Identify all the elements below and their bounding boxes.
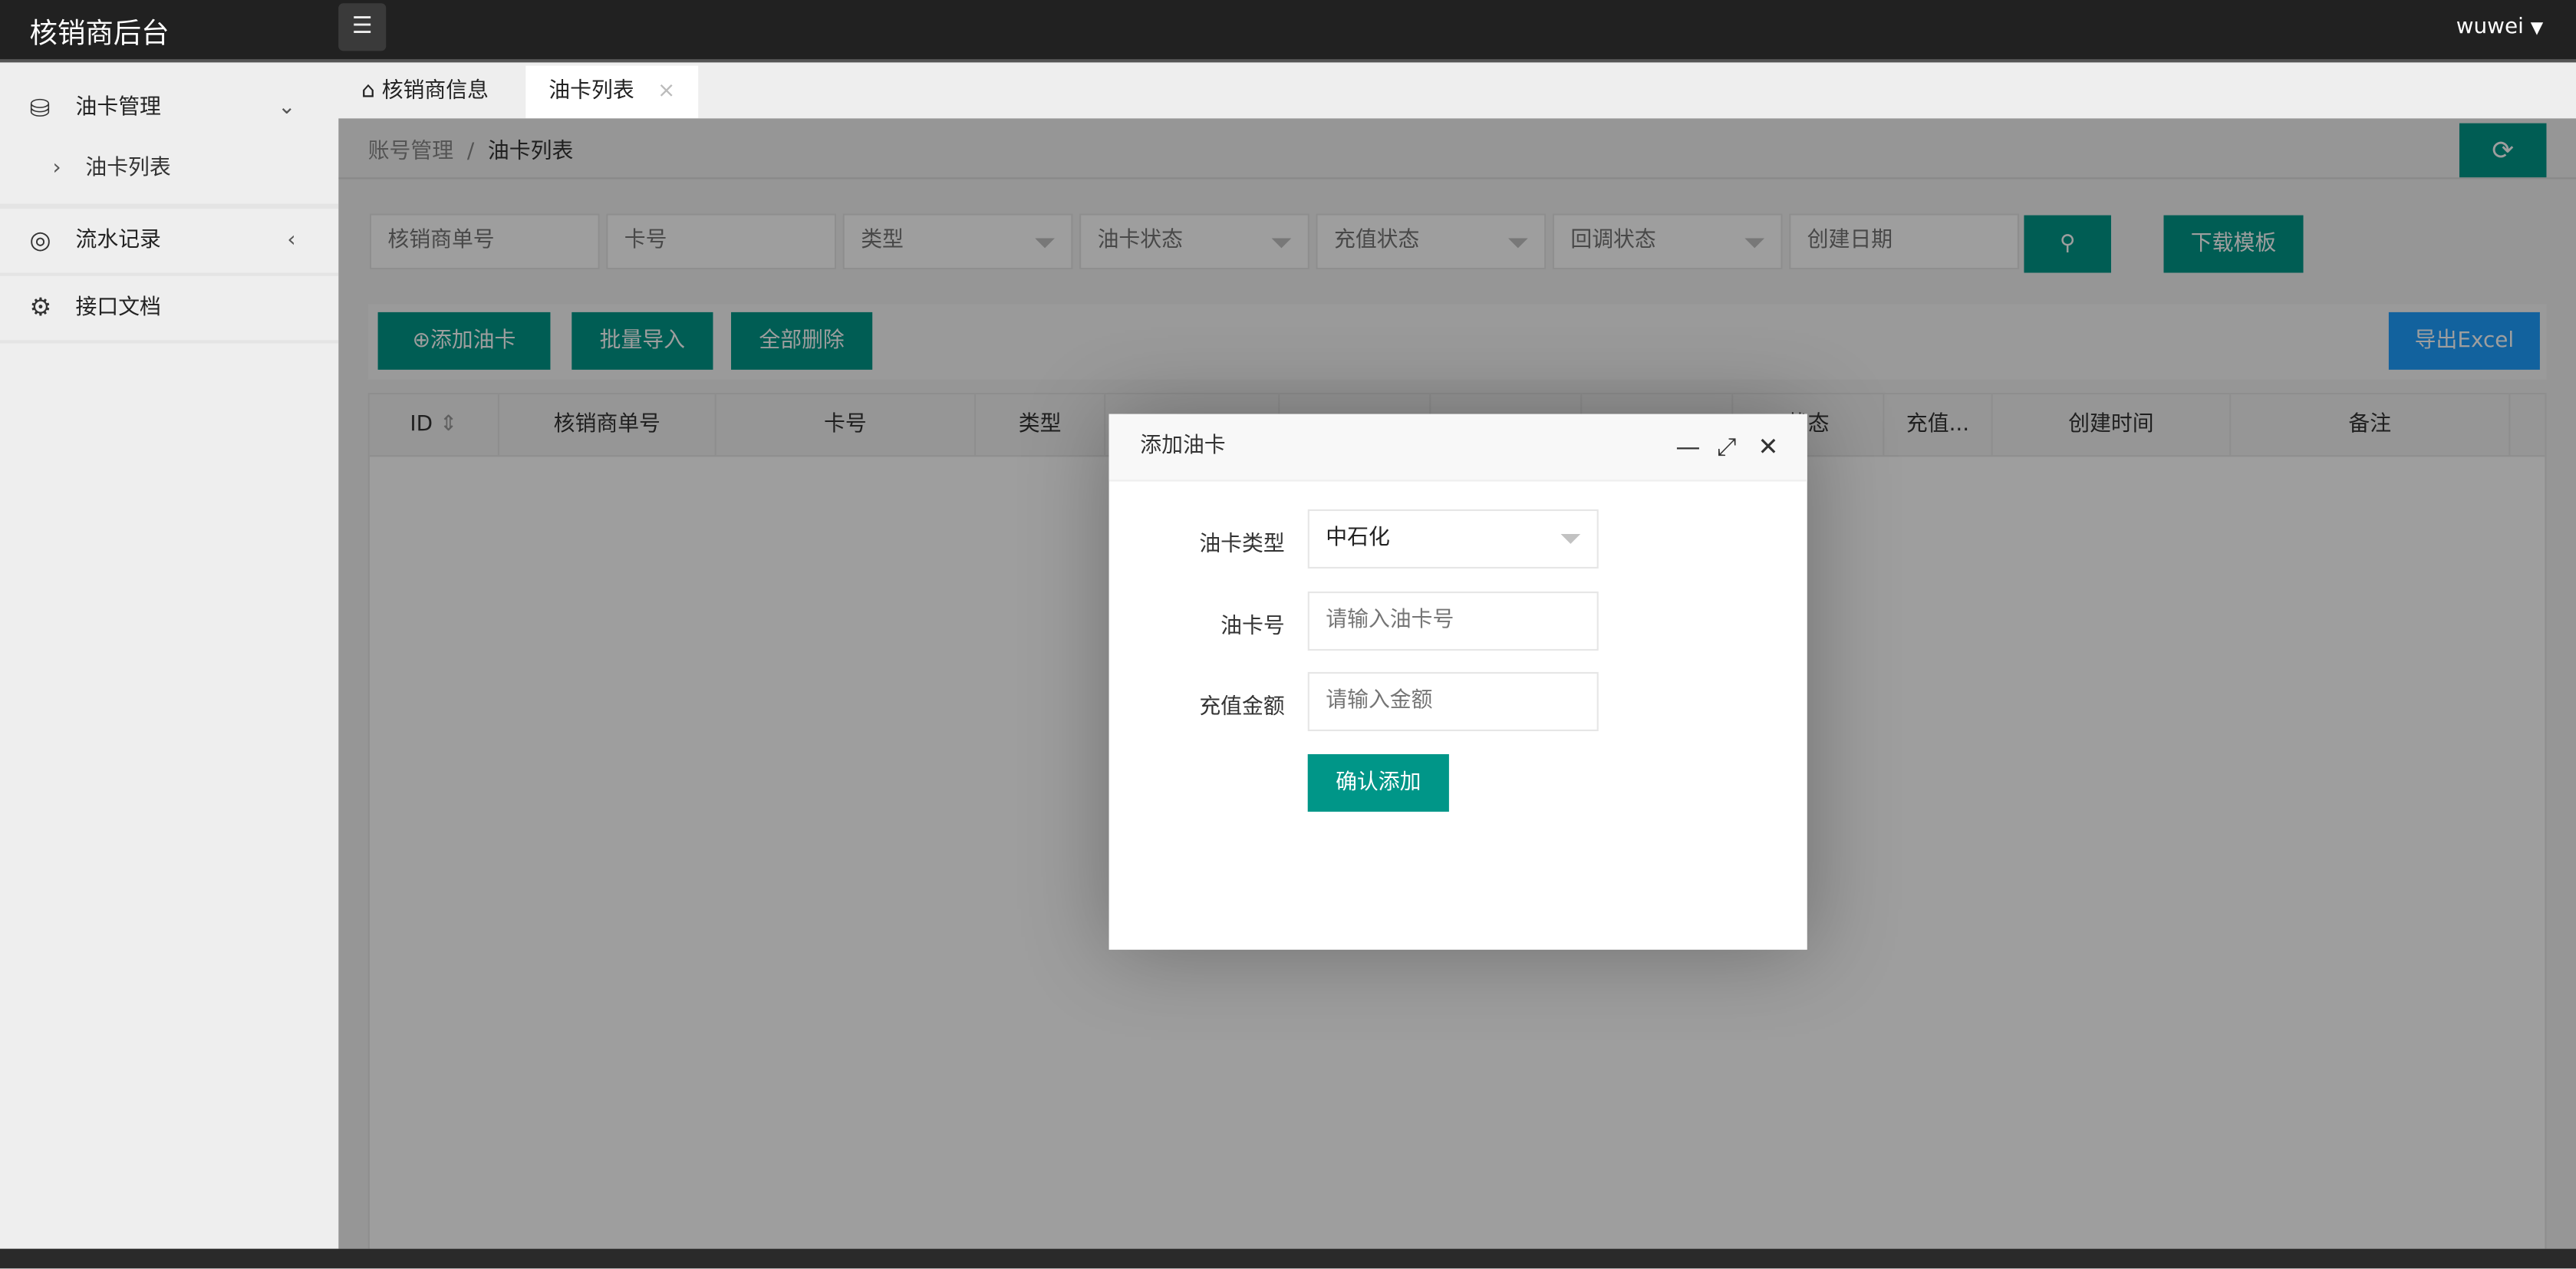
dialog-title: 添加油卡 xyxy=(1140,433,1226,459)
sidebar: ⛁ 油卡管理 ⌄ › 油卡列表 ◎ 流水记录 ‹ ⚙ 接口文档 xyxy=(0,62,339,1249)
tab-bar: ⌂ 核销商信息 油卡列表 × xyxy=(338,62,2576,119)
sidebar-item-api-docs[interactable]: ⚙ 接口文档 xyxy=(0,276,339,344)
tab-label: 油卡列表 xyxy=(548,78,634,104)
menu-toggle-button[interactable]: ☰ xyxy=(338,3,387,51)
sidebar-item-label: 接口文档 xyxy=(75,295,161,321)
sidebar-item-records[interactable]: ◎ 流水记录 ‹ xyxy=(0,209,339,276)
top-bar: 核销商后台 ☰ wuwei ▼ xyxy=(0,0,2576,63)
card-type-select[interactable]: 中石化 xyxy=(1307,509,1599,569)
close-icon[interactable]: ✕ xyxy=(1758,432,1779,462)
main-content: 账号管理 / 油卡列表 ⟳ 核销商单号 卡号 类型 油卡状态 充值状态 回调状态… xyxy=(338,118,2576,1249)
amount-label: 充值金额 xyxy=(1199,694,1285,720)
tab-label: 核销商信息 xyxy=(381,78,489,104)
maximize-icon[interactable]: ⤢ xyxy=(1717,432,1737,462)
bottom-bar xyxy=(0,1248,2576,1269)
card-no-label: 油卡号 xyxy=(1220,614,1285,640)
caret-down-icon: ▼ xyxy=(2530,19,2544,38)
home-icon: ⌂ xyxy=(361,78,375,104)
gear-icon: ⚙ xyxy=(29,292,52,322)
sidebar-item-card-list[interactable]: › 油卡列表 xyxy=(0,135,339,209)
user-menu[interactable]: wuwei ▼ xyxy=(2456,15,2543,39)
card-type-label: 油卡类型 xyxy=(1199,532,1285,558)
card-no-input[interactable]: 请输入油卡号 xyxy=(1307,591,1599,651)
username: wuwei xyxy=(2456,15,2524,40)
sidebar-item-label: 油卡管理 xyxy=(75,95,161,120)
add-card-dialog: 添加油卡 — ⤢ ✕ 油卡类型 中石化 油卡号 请输入油卡号 充值金额 请输入金… xyxy=(1108,414,1807,950)
confirm-add-button[interactable]: 确认添加 xyxy=(1307,753,1449,812)
sidebar-item-label: 油卡列表 xyxy=(85,156,171,181)
sidebar-item-label: 流水记录 xyxy=(75,228,161,253)
close-icon[interactable]: × xyxy=(657,79,675,104)
clock-icon: ◎ xyxy=(29,225,51,255)
chevron-right-icon: › xyxy=(52,156,61,181)
brand-title: 核销商后台 xyxy=(29,18,170,51)
list-icon: ☰ xyxy=(351,13,373,40)
minimize-icon[interactable]: — xyxy=(1675,432,1700,462)
sidebar-item-card-management[interactable]: ⛁ 油卡管理 ⌄ xyxy=(0,62,338,134)
tab-card-list[interactable]: 油卡列表 × xyxy=(525,65,699,119)
chevron-left-icon: ‹ xyxy=(287,228,296,253)
tab-merchant-info[interactable]: ⌂ 核销商信息 xyxy=(338,66,512,119)
amount-input[interactable]: 请输入金额 xyxy=(1307,671,1599,732)
